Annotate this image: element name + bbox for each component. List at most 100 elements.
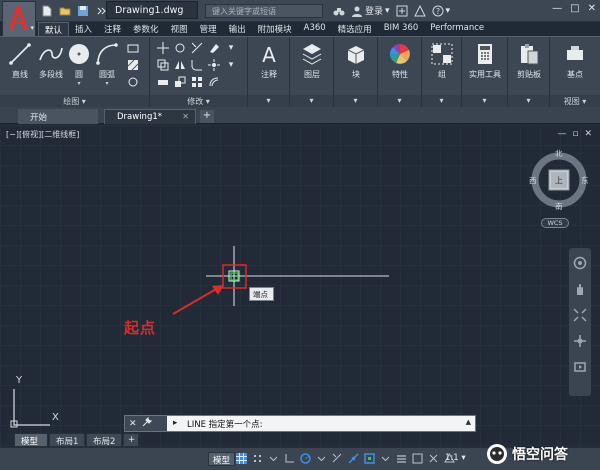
arc-dropdown-icon[interactable]: ▾ (94, 80, 120, 87)
utilities-tool[interactable]: 实用工具 (466, 41, 504, 80)
tab-parametric[interactable]: 参数化 (127, 22, 165, 36)
offset-icon[interactable] (207, 75, 221, 89)
polyline-label: 多段线 (39, 70, 63, 79)
grid-icon[interactable] (236, 453, 247, 464)
open-file-icon[interactable] (58, 4, 72, 17)
tab-start[interactable]: 开始 (18, 109, 98, 124)
layers-panel-title[interactable]: ▾ (290, 95, 333, 107)
fillet-icon[interactable] (190, 58, 204, 72)
rotate-icon[interactable] (173, 41, 187, 55)
tab-manage[interactable]: 管理 (194, 22, 223, 36)
lineweight-icon[interactable] (396, 453, 407, 464)
command-history-arrow-icon[interactable]: ▲ (466, 418, 471, 426)
layer-tool[interactable]: 图层 (294, 41, 330, 80)
object-snap-icon[interactable] (364, 453, 375, 464)
exchange-apps-icon[interactable] (396, 4, 408, 17)
trim-icon[interactable] (190, 41, 204, 55)
application-menu-button[interactable]: ▾ (2, 1, 36, 37)
tab-layout2[interactable]: 布局2 (86, 433, 122, 447)
hatch-icon[interactable] (126, 58, 140, 72)
block-tool[interactable]: 块 (338, 41, 374, 80)
mirror-icon[interactable] (173, 58, 187, 72)
new-layout-button[interactable]: + (123, 433, 139, 447)
scale-icon[interactable] (173, 75, 187, 89)
model-space-toggle[interactable]: 模型 (208, 452, 236, 466)
tab-a360[interactable]: A360 (298, 22, 332, 36)
tab-default[interactable]: 默认 (38, 22, 70, 36)
annotation-tool[interactable]: A 注释 (252, 41, 286, 80)
copy-icon[interactable] (156, 58, 170, 72)
ortho-icon[interactable] (284, 453, 295, 464)
wrench-icon[interactable] (142, 416, 152, 430)
tab-model[interactable]: 模型 (14, 433, 48, 447)
group-panel-title[interactable]: ▾ (422, 95, 461, 107)
array-icon[interactable] (190, 75, 204, 89)
tab-addins[interactable]: 附加模块 (252, 22, 298, 36)
tab-performance[interactable]: Performance (424, 22, 490, 36)
isodraft-icon[interactable] (332, 453, 343, 464)
command-line[interactable]: ✕ ▸ LINE 指定第一个点: ▲ (124, 415, 476, 432)
circle-tool[interactable]: 圆 ▾ (66, 41, 92, 87)
utilities-panel-title[interactable]: ▾ (462, 95, 507, 107)
tab-insert[interactable]: 插入 (69, 22, 98, 36)
quick-access-toolbar (40, 4, 108, 17)
status-dropdown-icon[interactable] (268, 453, 279, 464)
close-tab-icon[interactable]: ✕ (182, 112, 189, 121)
tab-drawing1[interactable]: Drawing1* ✕ (104, 109, 196, 124)
properties-tool[interactable]: 特性 (382, 41, 418, 80)
group-tool[interactable]: 组 (426, 41, 458, 80)
base-tool[interactable]: 基点 (556, 41, 594, 80)
stretch-icon[interactable] (156, 75, 170, 89)
properties-panel-title[interactable]: ▾ (378, 95, 421, 107)
tab-annotate[interactable]: 注释 (98, 22, 127, 36)
tab-view[interactable]: 视图 (165, 22, 194, 36)
erase-icon[interactable] (207, 41, 221, 55)
circle-dropdown-icon[interactable]: ▾ (66, 80, 92, 87)
polyline-tool[interactable]: 多段线 (36, 41, 66, 80)
status-dropdown-3-icon[interactable] (380, 453, 391, 464)
save-icon[interactable] (76, 4, 90, 17)
modify-more-2-icon[interactable]: ▾ (224, 58, 238, 72)
new-file-icon[interactable] (40, 4, 54, 17)
transparency-icon[interactable] (412, 453, 423, 464)
block-panel-title[interactable]: ▾ (334, 95, 377, 107)
command-close-icon[interactable]: ✕ (129, 419, 137, 429)
draw-more-icon[interactable] (126, 75, 140, 89)
clipboard-panel: 剪贴板 ▾ (508, 37, 550, 107)
explode-icon[interactable] (207, 58, 221, 72)
tab-bim360[interactable]: BIM 360 (378, 22, 425, 36)
move-icon[interactable] (156, 41, 170, 55)
clipboard-panel-title[interactable]: ▾ (508, 95, 549, 107)
modify-panel-title[interactable]: 修改 ▾ (150, 95, 247, 107)
new-tab-button[interactable]: + (200, 110, 214, 123)
close-button[interactable]: ✕ (588, 3, 596, 14)
status-dropdown-2-icon[interactable] (316, 453, 327, 464)
maximize-button[interactable]: □ (570, 3, 579, 14)
rectangle-icon[interactable] (126, 41, 140, 55)
modify-more-icon[interactable]: ▾ (224, 41, 238, 55)
snap-mode-icon[interactable] (252, 453, 263, 464)
clipboard-tool[interactable]: 剪贴板 (512, 41, 546, 80)
tab-featured-apps[interactable]: 精选应用 (332, 22, 378, 36)
binoculars-icon[interactable] (333, 4, 345, 17)
object-snap-tracking-icon[interactable] (348, 453, 359, 464)
help-icon[interactable]: ? ▾ (432, 4, 450, 17)
draw-panel-title[interactable]: 绘图 ▾ (0, 95, 149, 107)
group-panel: 组 ▾ (422, 37, 462, 107)
tab-output[interactable]: 输出 (223, 22, 252, 36)
tab-layout1[interactable]: 布局1 (49, 433, 85, 447)
search-input[interactable]: 键入关键字或短语 (205, 4, 323, 18)
view-panel-title[interactable]: 视图 ▾ (550, 95, 600, 107)
draw-panel: 直线 多段线 圆 ▾ 圆弧 ▾ 绘图 ▾ (0, 37, 150, 107)
selection-cycling-icon[interactable] (428, 453, 439, 464)
polar-tracking-icon[interactable] (300, 453, 311, 464)
login-button[interactable]: 登录 ▾ (351, 4, 390, 17)
arc-tool[interactable]: 圆弧 ▾ (94, 41, 120, 87)
a360-icon[interactable] (413, 4, 426, 17)
minimize-button[interactable]: — (552, 3, 562, 14)
drawing-canvas[interactable]: [−][俯视][二维线框] — ▫ ✕ 北 南 东 西 上 WCS 端点 起点 … (0, 125, 600, 447)
annotation-panel-title[interactable]: ▾ (248, 95, 289, 107)
annotation-scale[interactable]: 1:1 ▾ (445, 453, 466, 463)
line-tool[interactable]: 直线 (6, 41, 34, 80)
polyline-icon (39, 47, 63, 61)
